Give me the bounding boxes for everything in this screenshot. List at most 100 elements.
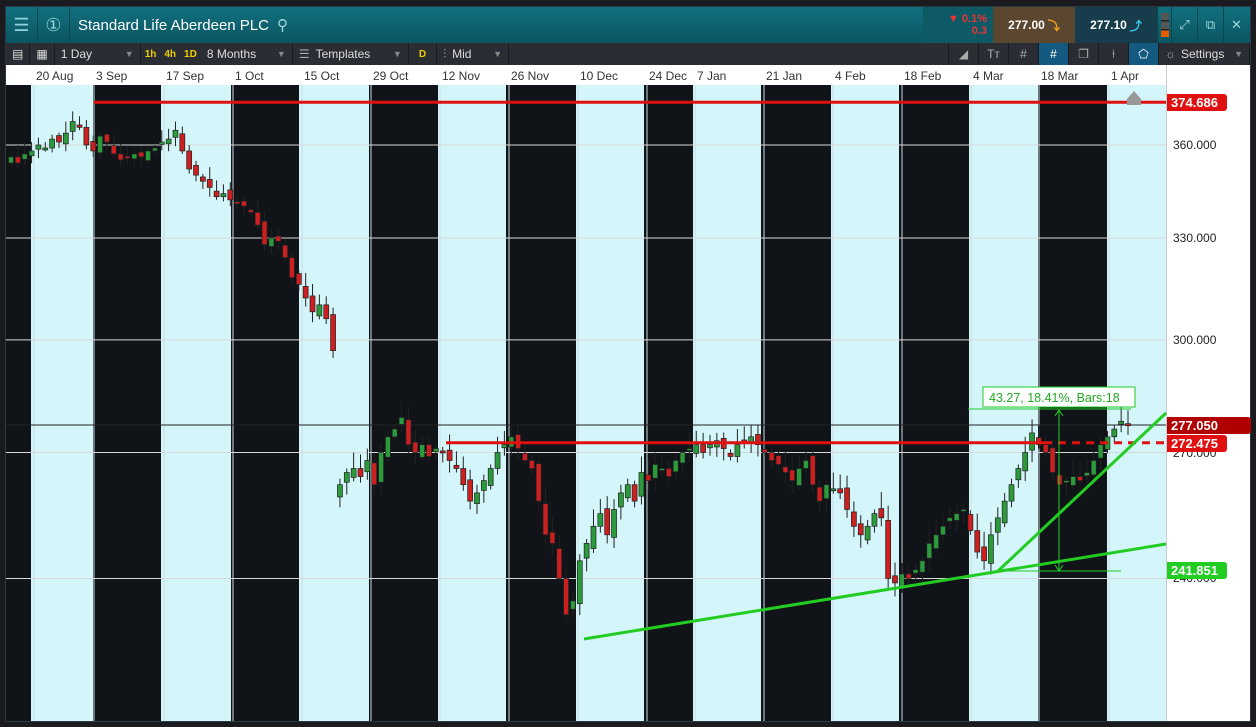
text-icon[interactable]: Tт — [978, 43, 1008, 65]
candle — [371, 462, 378, 486]
candle — [892, 575, 898, 584]
candle — [261, 220, 268, 245]
quick-4h[interactable]: 4h — [160, 49, 180, 60]
candles-icon: ⫶ — [443, 46, 447, 61]
candle — [604, 508, 611, 536]
price-change: ▼ 0.1% 0.3 — [923, 7, 993, 43]
candle — [15, 156, 21, 164]
candle — [768, 452, 775, 461]
candle — [289, 257, 295, 278]
candle — [152, 147, 158, 152]
candle — [679, 452, 686, 464]
candle — [912, 569, 919, 574]
popout-icon[interactable]: ⧉ — [1197, 7, 1223, 43]
candle — [391, 428, 398, 438]
candle — [878, 508, 885, 519]
grid-icon[interactable]: # — [1008, 43, 1038, 65]
candle — [254, 212, 261, 226]
date-label: 3 Sep — [96, 69, 128, 83]
label-icon[interactable]: ⬠ — [1128, 43, 1158, 65]
candle — [446, 449, 453, 461]
d-button[interactable]: D — [409, 43, 438, 65]
candle — [624, 484, 631, 499]
settings-button[interactable]: ☼ Settings ▼ — [1158, 43, 1250, 65]
chevron-down-icon: ▼ — [1234, 49, 1243, 59]
indicator-icon[interactable]: ⍿ — [1098, 43, 1128, 65]
candle — [528, 460, 535, 469]
templates-select[interactable]: ☰ Templates ▼ — [293, 43, 409, 65]
interval-select[interactable]: 1 Day ▼ — [55, 43, 141, 65]
candle — [1084, 472, 1090, 477]
time-band — [31, 85, 93, 721]
candle — [926, 543, 933, 559]
candle — [90, 141, 97, 152]
candle — [172, 129, 179, 138]
candle — [323, 304, 330, 320]
candle — [967, 514, 974, 531]
search-icon[interactable]: ⚲ — [277, 16, 288, 34]
candle — [576, 560, 583, 605]
quick-1h[interactable]: 1h — [141, 49, 161, 60]
date-label: 7 Jan — [697, 69, 727, 83]
menu-icon[interactable]: ☰ — [6, 7, 38, 43]
candle — [837, 488, 844, 494]
date-axis: 20 Aug 3 Sep 17 Sep 1 Oct 15 Oct 29 Oct 12 Nov… — [6, 65, 1166, 85]
candle — [988, 534, 994, 564]
chevron-down-icon: ▼ — [124, 49, 134, 59]
candle — [597, 513, 604, 527]
candle — [1008, 484, 1015, 502]
candle — [542, 503, 549, 536]
candle — [659, 468, 665, 471]
quick-1d[interactable]: 1D — [180, 49, 201, 60]
close-icon[interactable]: ✕ — [1223, 7, 1249, 43]
candle — [590, 525, 597, 549]
link-group-icon[interactable]: ① — [38, 7, 70, 43]
buy-button[interactable]: 277.10 ⤴ — [1075, 7, 1157, 43]
range-select[interactable]: 8 Months ▼ — [201, 43, 293, 65]
candle — [316, 304, 323, 317]
candle — [378, 452, 384, 483]
layers-icon[interactable]: ❐ — [1068, 43, 1098, 65]
grid-layout-icon[interactable]: ▦ — [30, 43, 55, 65]
date-label: 10 Dec — [580, 69, 619, 83]
candle — [727, 452, 734, 457]
crosshair-draw-icon[interactable]: # — [1038, 43, 1068, 65]
candle — [309, 295, 316, 313]
candle — [618, 492, 624, 508]
list-icon[interactable]: ▤ — [6, 43, 31, 65]
candle — [494, 452, 501, 469]
candle — [994, 517, 1001, 533]
expand-icon[interactable]: ⤢ — [1171, 7, 1197, 43]
chart-window: ☰ ① Standard Life Aberdeen PLC ⚲ ▼ 0.1% 0… — [5, 6, 1251, 722]
sell-button[interactable]: 277.00 ⤵ — [993, 7, 1075, 43]
candle — [885, 520, 892, 579]
candle — [110, 145, 117, 155]
candle — [1111, 428, 1118, 438]
candle — [487, 468, 494, 486]
candle — [638, 472, 645, 497]
date-label: 26 Nov — [511, 69, 550, 83]
price-type-select[interactable]: ⫶ Mid ▼ — [437, 43, 510, 65]
candle — [1015, 468, 1022, 481]
candle — [405, 419, 412, 445]
candle — [775, 455, 782, 465]
candle — [864, 525, 871, 541]
candle — [179, 133, 186, 152]
candle — [193, 165, 199, 176]
candle — [700, 444, 706, 453]
candle — [583, 543, 590, 559]
candle — [42, 147, 49, 151]
instrument-title: Standard Life Aberdeen PLC — [78, 16, 269, 34]
layout-icon[interactable] — [1157, 7, 1171, 43]
price-chart[interactable]: 43.27, 18.41%, Bars:18 — [6, 85, 1250, 721]
candle — [460, 468, 467, 486]
candle — [364, 460, 371, 473]
candle — [570, 600, 576, 610]
candle — [1022, 452, 1029, 472]
date-label: 1 Apr — [1111, 69, 1140, 83]
candle — [830, 488, 837, 492]
candle — [200, 176, 206, 182]
candle — [1070, 476, 1077, 486]
draw-line-icon[interactable]: ◢ — [948, 43, 978, 65]
candle — [522, 452, 528, 461]
